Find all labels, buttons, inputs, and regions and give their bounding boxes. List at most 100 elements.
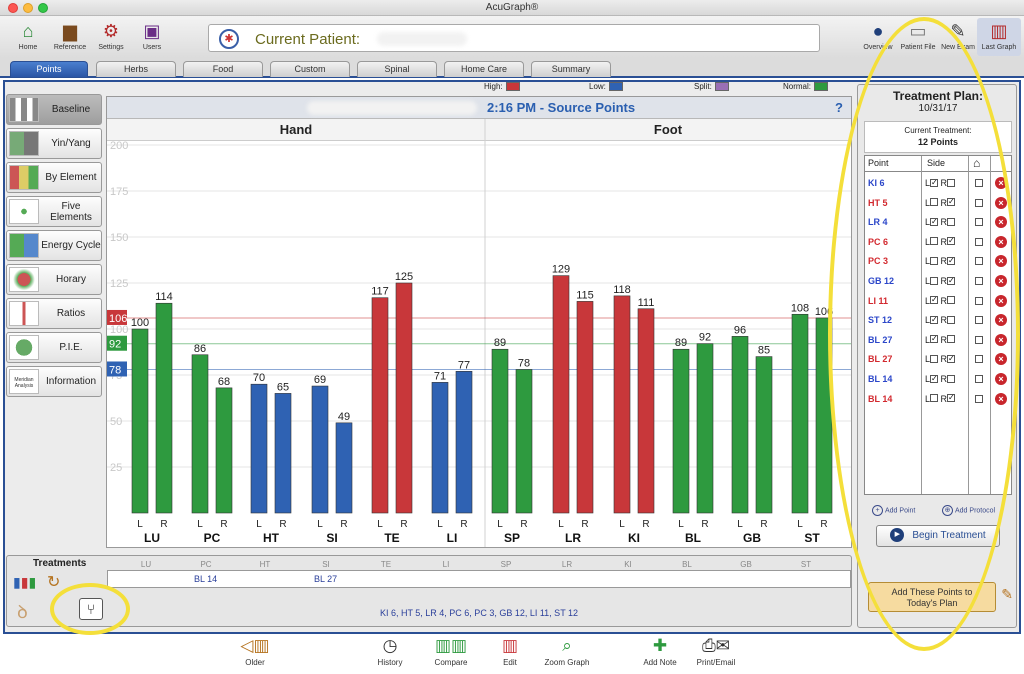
home-button[interactable]: ⌂ Home	[6, 18, 50, 56]
remove-point-icon[interactable]: ×	[995, 255, 1007, 268]
new-exam-button[interactable]: ✎ New Exam	[936, 18, 980, 56]
remove-point-icon[interactable]: ×	[995, 373, 1007, 385]
history-button[interactable]: ◷ History	[360, 636, 420, 667]
remove-point-icon[interactable]: ×	[995, 235, 1007, 248]
zoom-graph-button[interactable]: ⌕ Zoom Graph	[537, 636, 597, 667]
right-side-checkbox[interactable]	[947, 374, 956, 383]
left-side-checkbox[interactable]: ✓	[930, 217, 939, 226]
remove-point-icon[interactable]: ×	[995, 392, 1007, 405]
patient-file-button[interactable]: ▭ Patient File	[896, 18, 940, 56]
tab-points[interactable]: Points	[10, 61, 88, 77]
home-care-checkbox[interactable]	[975, 296, 983, 305]
right-side-checkbox[interactable]	[947, 335, 956, 344]
home-care-checkbox[interactable]	[975, 198, 983, 207]
remove-point-icon[interactable]: ×	[995, 333, 1007, 346]
treatment-cell[interactable]: BL 14	[194, 574, 217, 584]
print-email-button[interactable]: ⎙✉ Print/Email	[686, 636, 746, 667]
sidebar-pie[interactable]: P.I.E.	[6, 332, 102, 363]
left-side-checkbox[interactable]: ✓	[930, 296, 939, 305]
treatment-row[interactable]: BL 27 L✓ R ×	[865, 331, 1011, 350]
treatment-cell[interactable]: BL 27	[314, 574, 337, 584]
treatment-row[interactable]: HT 5 L R✓ ×	[865, 194, 1011, 213]
zoom-window-icon[interactable]	[38, 3, 48, 13]
remove-point-icon[interactable]: ×	[995, 216, 1007, 229]
compare-button[interactable]: ▥▥ Compare	[421, 636, 481, 667]
treatment-row[interactable]: BL 14 L R✓ ×	[865, 390, 1011, 409]
sidebar-baseline[interactable]: Baseline	[6, 94, 102, 125]
remove-point-icon[interactable]: ×	[995, 314, 1007, 327]
tab-herbs[interactable]: Herbs	[96, 61, 176, 77]
close-window-icon[interactable]	[8, 3, 18, 13]
home-care-checkbox[interactable]	[975, 218, 983, 227]
add-note-button[interactable]: ✚ Add Note	[630, 636, 690, 667]
left-side-checkbox[interactable]	[930, 237, 939, 246]
add-point-button[interactable]: + Add Point	[872, 505, 915, 516]
sidebar-energy-cycle[interactable]: Energy Cycle	[6, 230, 102, 261]
minimize-window-icon[interactable]	[23, 3, 33, 13]
remove-point-icon[interactable]: ×	[995, 177, 1007, 189]
older-button[interactable]: ◁▥ Older	[225, 636, 285, 667]
treatment-row[interactable]: PC 3 L R✓ ×	[865, 252, 1011, 271]
remove-point-icon[interactable]: ×	[995, 275, 1007, 287]
left-side-checkbox[interactable]: ✓	[930, 178, 939, 187]
tab-home-care[interactable]: Home Care	[444, 61, 524, 77]
treatment-row[interactable]: KI 6 L✓ R ×	[865, 174, 1011, 193]
right-side-checkbox[interactable]	[947, 217, 956, 226]
sidebar-by-element[interactable]: By Element	[6, 162, 102, 193]
left-side-checkbox[interactable]	[930, 276, 939, 285]
sidebar-ratios[interactable]: Ratios	[6, 298, 102, 329]
add-points-today-button[interactable]: Add These Points to Today's Plan ✎	[868, 582, 1013, 612]
tab-food[interactable]: Food	[183, 61, 263, 77]
ear-icon[interactable]: ꝺ	[17, 600, 28, 624]
home-care-checkbox[interactable]	[975, 237, 983, 246]
tab-spinal[interactable]: Spinal	[357, 61, 437, 77]
remove-point-icon[interactable]: ×	[995, 196, 1007, 209]
right-side-checkbox[interactable]	[947, 315, 956, 324]
settings-button[interactable]: ⚙ Settings	[89, 18, 133, 56]
right-side-checkbox[interactable]: ✓	[947, 257, 956, 266]
remove-point-icon[interactable]: ×	[995, 353, 1007, 366]
home-care-checkbox[interactable]	[975, 316, 983, 325]
sidebar-information[interactable]: Meridian Analysis Information	[6, 366, 102, 397]
home-care-checkbox[interactable]	[975, 277, 983, 285]
home-care-checkbox[interactable]	[975, 355, 983, 364]
treatment-row[interactable]: LR 4 L✓ R ×	[865, 213, 1011, 232]
treatment-row[interactable]: BL 27 L R✓ ×	[865, 350, 1011, 369]
users-button[interactable]: ▣ Users	[130, 18, 174, 56]
treatment-row[interactable]: LI 11 L✓ R ×	[865, 292, 1011, 311]
right-side-checkbox[interactable]	[947, 296, 956, 305]
right-side-checkbox[interactable]: ✓	[947, 394, 956, 403]
left-side-checkbox[interactable]: ✓	[930, 335, 939, 344]
graph-thumb-icon[interactable]: ▮▮▮	[13, 574, 36, 591]
left-side-checkbox[interactable]	[930, 394, 939, 403]
reference-button[interactable]: ▆ Reference	[48, 18, 92, 56]
sidebar-five-elements[interactable]: Five Elements	[6, 196, 102, 227]
last-graph-button[interactable]: ▥ Last Graph	[977, 18, 1021, 56]
sidebar-yin-yang[interactable]: Yin/Yang	[6, 128, 102, 159]
treatment-row[interactable]: BL 14 L✓ R ×	[865, 370, 1011, 389]
home-care-checkbox[interactable]	[975, 179, 983, 187]
tab-custom[interactable]: Custom	[270, 61, 350, 77]
remove-point-icon[interactable]: ×	[995, 294, 1007, 307]
home-care-checkbox[interactable]	[975, 257, 983, 266]
meridian-split-icon[interactable]: ⑂	[79, 598, 103, 620]
left-side-checkbox[interactable]	[930, 198, 939, 207]
right-side-checkbox[interactable]: ✓	[947, 355, 956, 364]
overview-button[interactable]: ● Overview	[856, 18, 900, 56]
add-protocol-button[interactable]: ⊕ Add Protocol	[942, 505, 995, 516]
edit-button[interactable]: ▥ Edit	[480, 636, 540, 667]
left-side-checkbox[interactable]	[930, 355, 939, 364]
right-side-checkbox[interactable]	[947, 178, 956, 187]
left-side-checkbox[interactable]: ✓	[930, 315, 939, 324]
right-side-checkbox[interactable]: ✓	[947, 237, 956, 246]
home-care-checkbox[interactable]	[975, 394, 983, 403]
treatment-row[interactable]: PC 6 L R✓ ×	[865, 233, 1011, 252]
current-patient-bar[interactable]: ✱ Current Patient:	[208, 24, 820, 52]
right-side-checkbox[interactable]: ✓	[947, 276, 956, 285]
tab-summary[interactable]: Summary	[531, 61, 611, 77]
home-care-checkbox[interactable]	[975, 375, 983, 383]
home-care-checkbox[interactable]	[975, 335, 983, 344]
left-side-checkbox[interactable]	[930, 257, 939, 266]
right-side-checkbox[interactable]: ✓	[947, 198, 956, 207]
refresh-icon[interactable]: ↻	[47, 572, 60, 592]
